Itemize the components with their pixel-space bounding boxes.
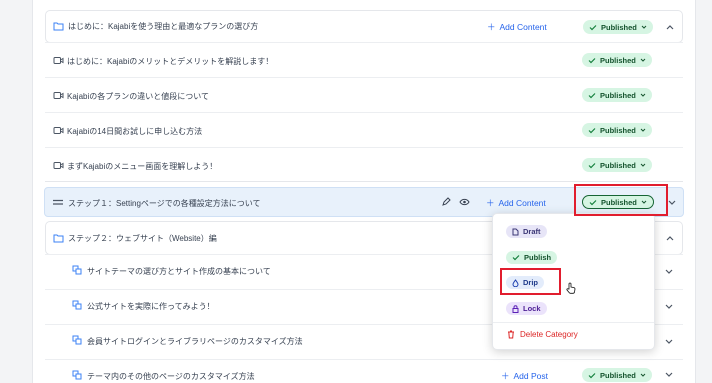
chevron-down-icon [641, 25, 647, 29]
video-icon [53, 57, 64, 64]
status-dropdown[interactable]: Published [582, 368, 652, 382]
item-title: はじめに：Kajabiのメリットとデメリットを解説します！ [67, 57, 274, 66]
status-dropdown[interactable]: Published [582, 53, 652, 67]
chevron-down-icon[interactable] [663, 368, 675, 380]
check-icon [589, 24, 597, 30]
chevron-down-icon[interactable] [663, 335, 675, 347]
folder-icon [53, 21, 64, 31]
check-icon [588, 372, 596, 378]
menu-item-publish[interactable]: Publish [506, 251, 558, 264]
eye-icon[interactable] [459, 198, 470, 206]
item-title: 公式サイトを実際に作ってみよう！ [87, 302, 215, 311]
status-dropdown[interactable]: Published [582, 123, 652, 137]
check-icon [512, 255, 520, 261]
add-content-button[interactable]: ＋ Add Content [487, 21, 547, 33]
hand-cursor-icon [566, 282, 576, 294]
plus-icon: ＋ [486, 198, 495, 208]
add-post-button[interactable]: ＋ Add Post [501, 370, 548, 382]
video-icon [53, 162, 64, 169]
chevron-down-icon [640, 163, 646, 167]
post-icon [72, 370, 82, 380]
section-title: はじめに：Kajabiを使う理由と最適なプランの選び方 [68, 22, 259, 31]
lock-icon [512, 304, 519, 313]
trash-icon [508, 330, 514, 339]
post-icon [72, 265, 82, 275]
pencil-icon[interactable] [441, 197, 451, 207]
check-icon [588, 162, 596, 168]
video-icon [53, 92, 64, 99]
check-icon [588, 92, 596, 98]
callout-box [500, 268, 561, 295]
chevron-down-icon[interactable] [663, 300, 675, 312]
status-dropdown[interactable]: Published [583, 20, 653, 34]
drag-handle-icon[interactable] [53, 199, 63, 206]
chevron-down-icon[interactable] [663, 265, 675, 277]
chevron-up-icon[interactable] [664, 232, 676, 244]
plus-icon: ＋ [501, 371, 510, 381]
chevron-down-icon [640, 93, 646, 97]
chevron-down-icon [640, 128, 646, 132]
item-title: 会員サイトログインとライブラリページのカスタマイズ方法 [87, 337, 303, 346]
list-item[interactable]: Kajabiの各プランの違いと値段について Published [45, 77, 683, 112]
chevron-down-icon [640, 373, 646, 377]
list-item[interactable]: はじめに：Kajabiのメリットとデメリットを解説します！ Published [45, 42, 683, 77]
item-title: Kajabiの各プランの違いと値段について [67, 92, 209, 101]
add-content-button[interactable]: ＋ Add Content [486, 197, 546, 209]
section-title: ステップ１：Settingページでの各種設定方法について [68, 199, 261, 208]
menu-item-lock[interactable]: Lock [506, 302, 547, 315]
status-dropdown[interactable]: Published [582, 158, 652, 172]
video-icon [53, 127, 64, 134]
section-row[interactable]: はじめに：Kajabiを使う理由と最適なプランの選び方 ＋ Add Content… [45, 10, 683, 43]
item-title: テーマ内のその他のページのカスタマイズ方法 [87, 372, 255, 381]
callout-box [574, 184, 668, 216]
check-icon [588, 127, 596, 133]
plus-icon: ＋ [487, 22, 496, 32]
item-title: Kajabiの14日間お試しに申し込む方法 [67, 127, 203, 136]
list-item[interactable]: テーマ内のその他のページのカスタマイズ方法 ＋ Add Post Publishe… [45, 359, 683, 383]
post-icon [72, 300, 82, 310]
check-icon [588, 57, 596, 63]
list-item[interactable]: Kajabiの14日間お試しに申し込む方法 Published [45, 112, 683, 147]
chevron-down-icon [640, 58, 646, 62]
folder-icon [53, 234, 64, 243]
menu-item-draft[interactable]: Draft [506, 225, 547, 238]
chevron-up-icon[interactable] [664, 21, 676, 33]
list-item[interactable]: まずKajabiのメニュー画面を理解しよう！ Published [45, 147, 683, 182]
menu-divider [493, 322, 654, 323]
section-title: ステップ２：ウェブサイト（Website）編 [68, 234, 217, 243]
item-title: まずKajabiのメニュー画面を理解しよう！ [67, 162, 218, 171]
status-dropdown[interactable]: Published [582, 88, 652, 102]
delete-category-button[interactable]: Delete Category [507, 330, 578, 339]
post-icon [72, 335, 82, 345]
file-icon [512, 228, 519, 235]
item-title: サイトテーマの選び方とサイト作成の基本について [87, 267, 271, 276]
